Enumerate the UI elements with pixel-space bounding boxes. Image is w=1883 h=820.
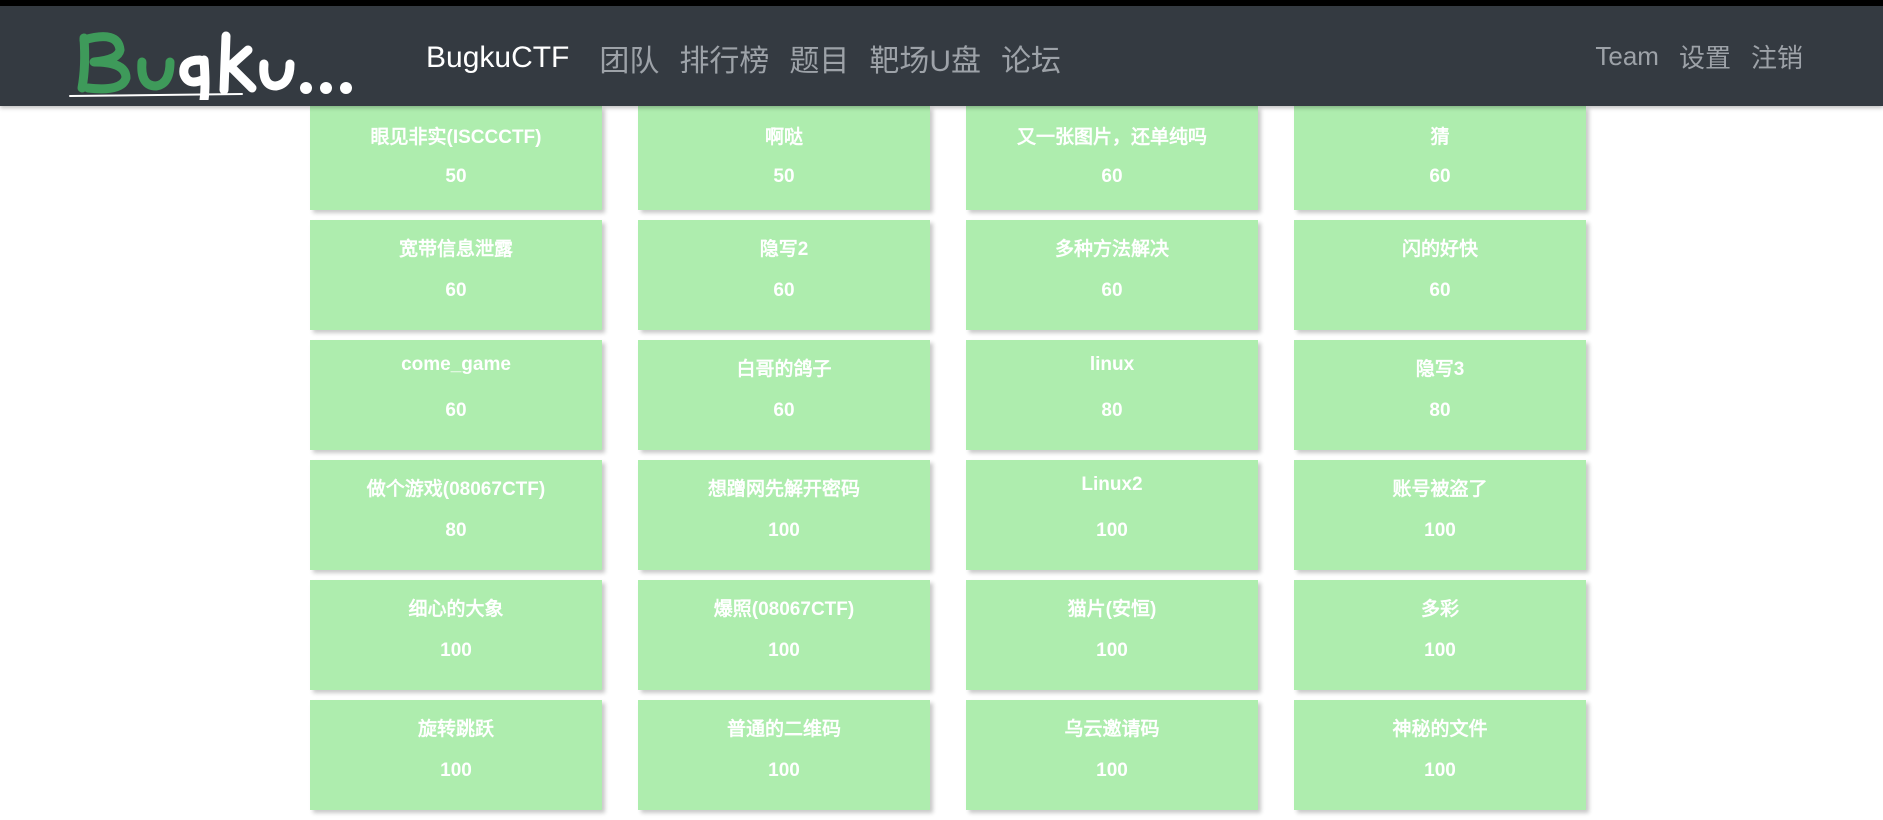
challenge-title: 神秘的文件 (1392, 719, 1488, 740)
challenge-score: 80 (1429, 400, 1451, 421)
challenge-title: 又一张图片，还单纯吗 (1016, 127, 1207, 148)
challenge-score: 100 (768, 640, 800, 661)
challenge-card[interactable]: 乌云邀请码 100 (966, 700, 1258, 810)
challenge-card[interactable]: 宽带信息泄露 60 (310, 220, 602, 330)
challenge-card[interactable]: 闪的好快 60 (1294, 220, 1586, 330)
challenge-score: 100 (1424, 520, 1456, 541)
challenge-card[interactable]: 隐写3 80 (1294, 340, 1586, 450)
challenge-card[interactable]: 账号被盗了 100 (1294, 460, 1586, 570)
challenge-title: 眼见非实(ISCCCTF) (370, 127, 542, 148)
nav-item-settings[interactable]: 设置 (1679, 38, 1731, 75)
nav-item-logout[interactable]: 注销 (1751, 38, 1803, 75)
challenge-score: 60 (773, 400, 795, 421)
challenge-title: 隐写3 (1415, 359, 1465, 380)
challenge-card[interactable]: 做个游戏(08067CTF) 80 (310, 460, 602, 570)
challenge-title: 白哥的鸽子 (736, 359, 832, 380)
challenge-title: 宽带信息泄露 (398, 239, 513, 260)
challenge-title: 隐写2 (759, 239, 809, 260)
challenge-title: 啊哒 (764, 127, 803, 148)
challenge-score: 100 (768, 520, 800, 541)
challenge-card[interactable]: Linux2 100 (966, 460, 1258, 570)
nav-item-user-team[interactable]: Team (1595, 41, 1659, 72)
challenge-title: 普通的二维码 (726, 719, 841, 740)
challenge-card[interactable]: come_game 60 (310, 340, 602, 450)
challenge-score: 100 (1096, 760, 1128, 781)
challenge-title: Linux2 (1081, 474, 1143, 495)
challenge-title: 多种方法解决 (1054, 239, 1169, 260)
challenge-score: 100 (768, 760, 800, 781)
challenge-score: 60 (1429, 166, 1451, 187)
nav-item-forum[interactable]: 论坛 (1001, 36, 1061, 80)
challenge-title: 想蹭网先解开密码 (707, 479, 860, 500)
challenge-card[interactable]: linux 80 (966, 340, 1258, 450)
challenge-title: linux (1089, 354, 1135, 375)
challenge-card[interactable]: 啊哒 50 (638, 106, 930, 210)
challenge-score: 100 (440, 640, 472, 661)
challenge-card[interactable]: 普通的二维码 100 (638, 700, 930, 810)
challenge-score: 50 (773, 166, 795, 187)
challenge-title: 闪的好快 (1401, 239, 1478, 260)
challenge-title: 账号被盗了 (1392, 479, 1488, 500)
challenge-card[interactable]: 多彩 100 (1294, 580, 1586, 690)
user-nav: Team 设置 注销 (1575, 38, 1803, 75)
challenge-score: 60 (773, 280, 795, 301)
challenge-title: 猫片(安恒) (1067, 599, 1157, 620)
challenge-card[interactable]: 想蹭网先解开密码 100 (638, 460, 930, 570)
challenge-card[interactable]: 猜 60 (1294, 106, 1586, 210)
challenge-card[interactable]: 眼见非实(ISCCCTF) 50 (310, 106, 602, 210)
challenge-card[interactable]: 细心的大象 100 (310, 580, 602, 690)
challenge-score: 100 (1424, 760, 1456, 781)
nav-brand-link[interactable]: BugkuCTF (426, 41, 569, 75)
challenge-title: 旋转跳跃 (417, 719, 494, 740)
challenge-grid: 眼见非实(ISCCCTF) 50 啊哒 50 又一张图片，还单纯吗 60 猜 6… (310, 106, 1588, 810)
challenge-title: 做个游戏(08067CTF) (366, 479, 546, 500)
nav-item-team[interactable]: 团队 (599, 36, 659, 80)
bugku-logo[interactable] (66, 16, 358, 100)
challenge-title: 多彩 (1420, 599, 1459, 620)
challenge-title: 乌云邀请码 (1064, 719, 1160, 740)
challenge-card[interactable]: 隐写2 60 (638, 220, 930, 330)
challenge-score: 100 (1424, 640, 1456, 661)
challenge-score: 100 (440, 760, 472, 781)
challenge-title: 猜 (1430, 127, 1450, 148)
challenge-card[interactable]: 旋转跳跃 100 (310, 700, 602, 810)
challenge-card[interactable]: 多种方法解决 60 (966, 220, 1258, 330)
challenge-card[interactable]: 又一张图片，还单纯吗 60 (966, 106, 1258, 210)
challenge-score: 60 (1101, 166, 1123, 187)
challenge-score: 60 (445, 400, 467, 421)
challenge-score: 100 (1096, 520, 1128, 541)
nav-item-challenges[interactable]: 题目 (789, 36, 849, 80)
challenge-card[interactable]: 神秘的文件 100 (1294, 700, 1586, 810)
challenge-card[interactable]: 爆照(08067CTF) 100 (638, 580, 930, 690)
challenge-score: 50 (445, 166, 467, 187)
challenge-card[interactable]: 猫片(安恒) 100 (966, 580, 1258, 690)
challenge-card[interactable]: 白哥的鸽子 60 (638, 340, 930, 450)
challenge-score: 60 (445, 280, 467, 301)
challenge-title: 细心的大象 (408, 599, 504, 620)
challenge-score: 80 (1101, 400, 1123, 421)
nav-item-range-usb[interactable]: 靶场U盘 (869, 36, 981, 80)
main-nav: BugkuCTF 团队 排行榜 题目 靶场U盘 论坛 (426, 36, 1081, 80)
challenge-score: 100 (1096, 640, 1128, 661)
challenge-title: 爆照(08067CTF) (713, 599, 855, 620)
challenge-title: come_game (401, 354, 511, 375)
nav-item-ranking[interactable]: 排行榜 (679, 36, 769, 80)
challenge-score: 80 (445, 520, 467, 541)
challenge-score: 60 (1429, 280, 1451, 301)
navbar: BugkuCTF 团队 排行榜 题目 靶场U盘 论坛 Team 设置 注销 (0, 6, 1883, 106)
challenge-score: 60 (1101, 280, 1123, 301)
